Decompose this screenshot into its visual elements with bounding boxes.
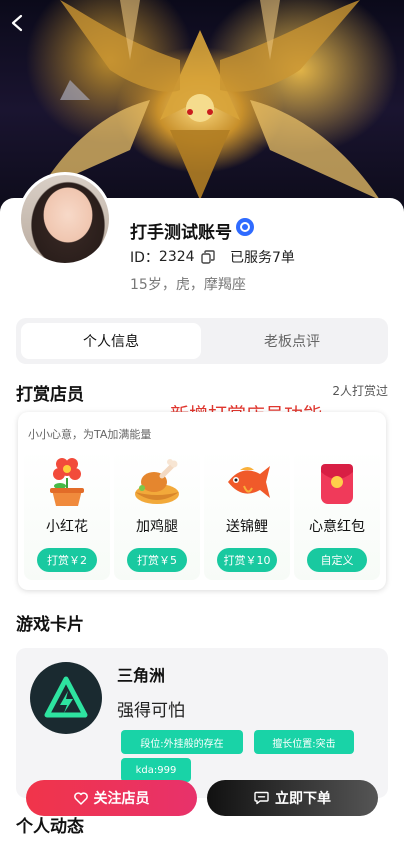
tab-boss-review[interactable]: 老板点评	[202, 323, 382, 359]
game-desc: 强得可怕	[117, 701, 185, 721]
custom-tip-button[interactable]: 自定义	[307, 548, 367, 572]
game-tag: 段位:外挂般的存在	[121, 730, 243, 754]
gift-item-koi[interactable]: 送锦鲤 打赏￥10	[204, 450, 290, 580]
follow-button[interactable]: 关注店员	[26, 780, 197, 816]
verified-badge-icon	[236, 218, 254, 236]
game-section-title: 游戏卡片	[16, 615, 84, 635]
message-icon	[254, 791, 269, 805]
gift-item-red-envelope[interactable]: 心意红包 自定义	[294, 450, 380, 580]
profile-info: 15岁，虎，摩羯座	[130, 277, 246, 293]
gift-name: 心意红包	[309, 519, 365, 535]
gift-name: 加鸡腿	[136, 519, 178, 535]
gift-item-flower[interactable]: 小红花 打赏￥2	[24, 450, 110, 580]
game-name: 三角洲	[117, 666, 166, 685]
order-label: 立即下单	[275, 791, 331, 807]
flower-pot-icon	[50, 458, 84, 506]
copy-icon[interactable]	[200, 250, 215, 264]
tab-personal-info[interactable]: 个人信息	[21, 323, 201, 359]
back-button[interactable]	[10, 14, 34, 38]
gift-name: 送锦鲤	[226, 519, 268, 535]
gift-item-chicken[interactable]: 加鸡腿 打赏￥5	[114, 450, 200, 580]
delta-force-logo-icon	[30, 662, 102, 734]
served-count: 已服务7单	[230, 250, 295, 266]
order-button[interactable]: 立即下单	[207, 780, 378, 816]
profile-tabs: 个人信息 老板点评	[16, 318, 388, 364]
chevron-left-icon	[11, 14, 23, 32]
follow-label: 关注店员	[93, 791, 150, 807]
heart-icon	[73, 791, 88, 805]
tip-button[interactable]: 打赏￥5	[127, 548, 187, 572]
tip-section-title: 打赏店员	[16, 385, 84, 405]
profile-name: 打手测试账号	[130, 223, 232, 243]
game-tag: 擅长位置:突击	[254, 730, 354, 754]
avatar[interactable]	[18, 172, 112, 266]
tip-button[interactable]: 打赏￥10	[217, 548, 277, 572]
red-envelope-icon	[321, 464, 353, 504]
koi-fish-icon	[228, 466, 270, 498]
game-card[interactable]: 三角洲 强得可怕 段位:外挂般的存在 擅长位置:突击 kda:999	[16, 648, 388, 798]
id-value: 2324	[158, 249, 195, 265]
gift-name: 小红花	[46, 519, 88, 535]
tip-card: 小小心意，为TA加满能量 小红花 打赏￥2 加鸡腿 打赏￥5 送锦鲤 打赏￥10…	[18, 412, 386, 590]
game-tag: kda:999	[121, 758, 191, 782]
chicken-leg-icon	[135, 459, 179, 504]
tip-count[interactable]: 2人打赏过	[332, 382, 388, 399]
tip-subtitle: 小小心意，为TA加满能量	[28, 428, 152, 441]
id-label: ID：	[130, 250, 159, 266]
id-row: ID： 2324	[130, 247, 215, 267]
tip-button[interactable]: 打赏￥2	[37, 548, 97, 572]
